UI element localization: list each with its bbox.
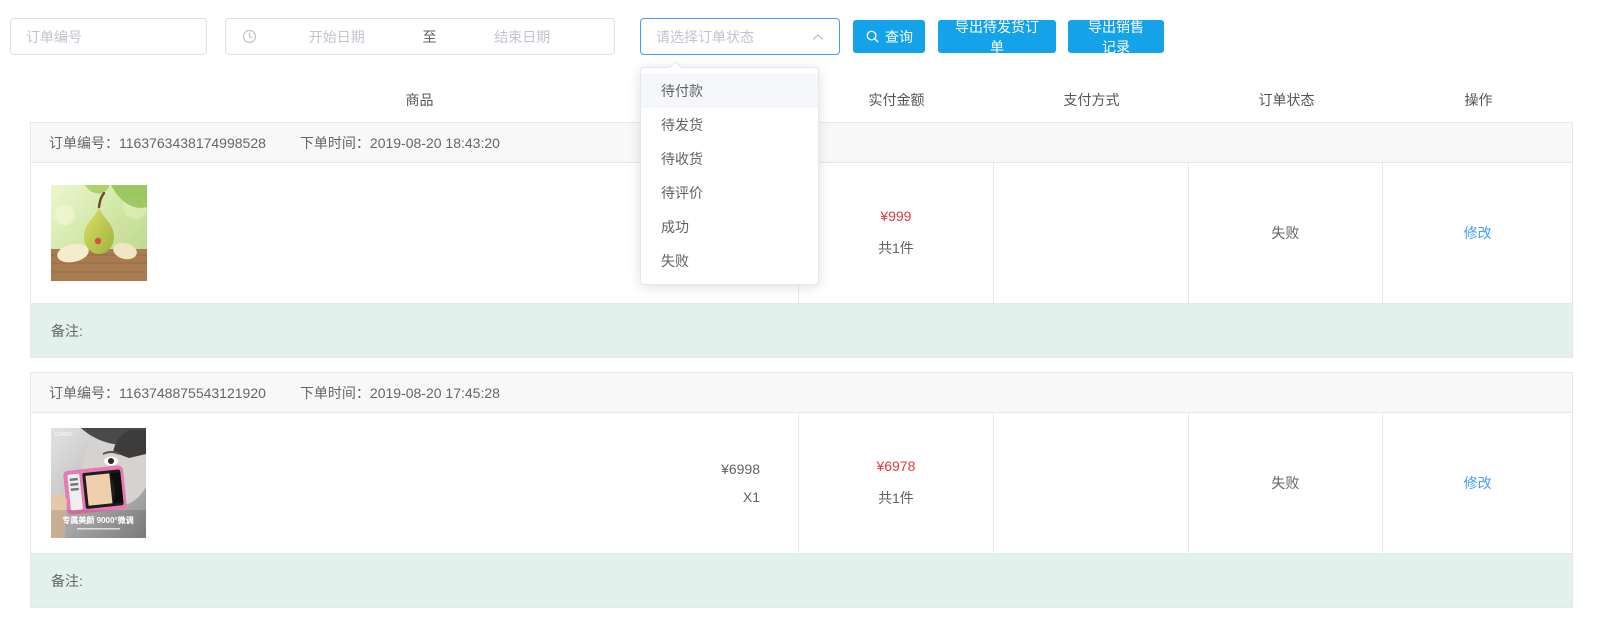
export-sales-records-button[interactable]: 导出销售记录 <box>1068 20 1164 53</box>
paid-amount: ¥6978 <box>876 458 915 474</box>
action-cell: 修改 <box>1383 413 1572 553</box>
order-status-placeholder: 请选择订单状态 <box>656 27 812 47</box>
unit-price: ¥6998 <box>721 455 760 483</box>
paid-amount-cell: ¥999 共1件 <box>799 163 994 303</box>
order-management-page: 订单编号 开始日期 至 结束日期 请选择订单状态 <box>0 0 1603 621</box>
product-image-pear <box>51 185 147 281</box>
paid-amount-cell: ¥6978 共1件 <box>799 413 994 553</box>
clock-icon <box>242 29 257 44</box>
order-time: 下单时间：2019-08-20 17:45:28 <box>300 383 500 403</box>
order-time: 下单时间：2019-08-20 18:43:20 <box>300 133 500 153</box>
status-dropdown-panel: 待付款 待发货 待收货 待评价 成功 失败 <box>640 67 819 285</box>
search-button[interactable]: 查询 <box>853 20 925 53</box>
order-status-cell: 失败 <box>1189 163 1384 303</box>
modify-link[interactable]: 修改 <box>1464 223 1492 243</box>
product-image-caption: 专属美颜 9000°微调 <box>62 515 133 525</box>
product-cell: 专属美颜 9000°微调 CASIO ¥6998 X1 <box>31 413 799 553</box>
date-range-separator: 至 <box>417 27 443 47</box>
status-option-pending-shipment[interactable]: 待发货 <box>641 108 818 142</box>
dropdown-arrow <box>669 61 682 74</box>
order-card: 订单编号：1163748875543121920 下单时间：2019-08-20… <box>30 372 1573 608</box>
search-button-label: 查询 <box>885 27 913 47</box>
order-status-select[interactable]: 请选择订单状态 <box>640 18 840 55</box>
status-option-failed[interactable]: 失败 <box>641 244 818 278</box>
export-sales-records-label: 导出销售记录 <box>1083 17 1149 57</box>
order-no-input[interactable]: 订单编号 <box>10 18 207 55</box>
export-pending-orders-label: 导出待发货订单 <box>953 17 1041 57</box>
order-number: 订单编号：1163748875543121920 <box>49 383 266 403</box>
unit-price-quantity: ¥6998 X1 <box>721 455 760 511</box>
remark-label: 备注: <box>51 321 83 341</box>
order-status-cell: 失败 <box>1189 413 1384 553</box>
piece-count: 共1件 <box>878 238 914 258</box>
quantity: X1 <box>721 483 760 511</box>
column-header-payment-method: 支付方式 <box>994 90 1189 110</box>
remark-row: 备注: <box>31 303 1572 357</box>
order-no-placeholder: 订单编号 <box>26 27 82 47</box>
search-icon <box>865 29 880 44</box>
modify-link[interactable]: 修改 <box>1464 473 1492 493</box>
product-image-camera: 专属美颜 9000°微调 CASIO <box>51 428 146 538</box>
column-header-order-status: 订单状态 <box>1189 90 1384 110</box>
action-cell: 修改 <box>1383 163 1572 303</box>
date-range-picker[interactable]: 开始日期 至 结束日期 <box>225 18 615 55</box>
paid-amount: ¥999 <box>880 208 911 224</box>
status-option-success[interactable]: 成功 <box>641 210 818 244</box>
piece-count: 共1件 <box>878 488 914 508</box>
start-date-placeholder: 开始日期 <box>257 27 417 47</box>
order-status: 失败 <box>1271 473 1299 493</box>
column-header-action: 操作 <box>1384 90 1573 110</box>
order-card-body: 专属美颜 9000°微调 CASIO ¥6998 X1 ¥6978 共1件 失败 <box>31 413 1572 553</box>
end-date-placeholder: 结束日期 <box>443 27 603 47</box>
payment-method-cell <box>994 413 1189 553</box>
remark-label: 备注: <box>51 571 83 591</box>
status-option-pending-payment[interactable]: 待付款 <box>641 74 818 108</box>
column-header-paid-amount: 实付金额 <box>799 90 994 110</box>
order-number: 订单编号：1163763438174998528 <box>49 133 266 153</box>
remark-row: 备注: <box>31 553 1572 607</box>
status-option-pending-receipt[interactable]: 待收货 <box>641 142 818 176</box>
order-card-header: 订单编号：1163748875543121920 下单时间：2019-08-20… <box>31 373 1572 413</box>
payment-method-cell <box>994 163 1189 303</box>
export-pending-orders-button[interactable]: 导出待发货订单 <box>938 20 1056 53</box>
product-image-brand: CASIO <box>55 432 73 438</box>
chevron-up-icon <box>812 33 824 41</box>
order-status: 失败 <box>1271 223 1299 243</box>
status-option-pending-review[interactable]: 待评价 <box>641 176 818 210</box>
